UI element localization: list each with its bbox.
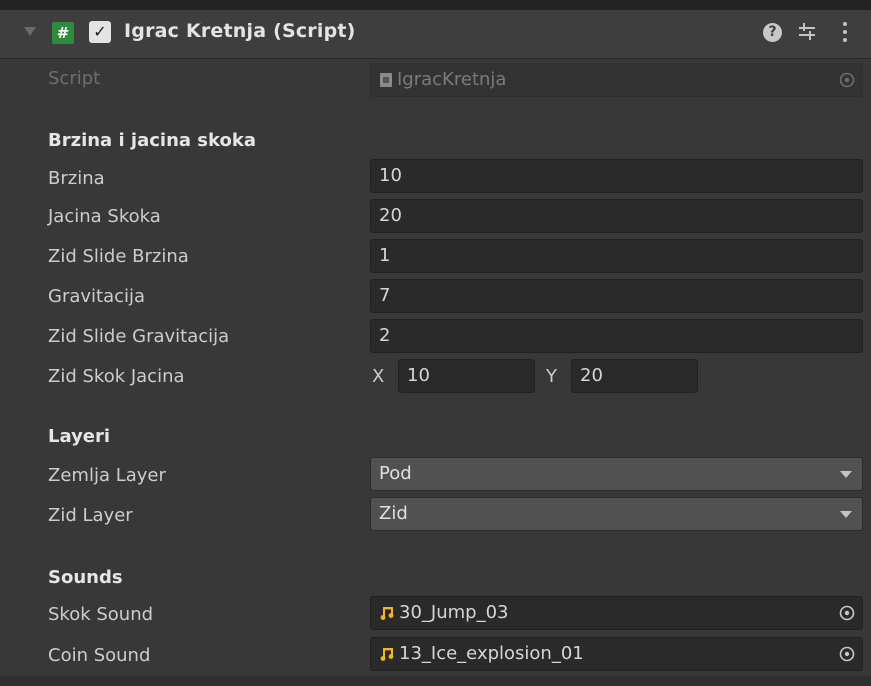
component-header[interactable]: # ✓ Igrac Kretnja (Script) ? xyxy=(0,10,871,59)
zid-slide-gravitacija-input[interactable]: 2 xyxy=(370,319,863,353)
zid-skok-jacina-label: Zid Skok Jacina xyxy=(48,366,185,387)
skok-sound-field[interactable]: 30_Jump_03 xyxy=(370,596,863,630)
section-title-movement: Brzina i jacina skoka xyxy=(48,130,256,151)
top-border xyxy=(0,0,871,10)
vector-x-label[interactable]: X xyxy=(372,366,384,387)
gravitacija-label: Gravitacija xyxy=(48,286,146,307)
foldout-arrow-icon[interactable] xyxy=(24,27,36,36)
zid-layer-label: Zid Layer xyxy=(48,505,133,526)
script-value: IgracKretnja xyxy=(397,69,507,90)
chevron-down-icon xyxy=(840,471,852,478)
help-icon[interactable]: ? xyxy=(763,23,782,42)
kebab-menu-icon[interactable] xyxy=(838,19,852,45)
presets-sliders-icon[interactable] xyxy=(797,20,817,42)
zid-skok-jacina-y-input[interactable]: 20 xyxy=(571,359,698,393)
section-title-layers: Layeri xyxy=(48,426,111,447)
zemlja-layer-value: Pod xyxy=(379,463,412,484)
script-file-icon xyxy=(380,73,392,87)
script-label: Script xyxy=(48,68,101,89)
jacina-skoka-label: Jacina Skoka xyxy=(48,206,161,227)
coin-sound-value: 13_Ice_explosion_01 xyxy=(399,643,584,664)
vector-y-label[interactable]: Y xyxy=(546,366,557,387)
object-picker-icon[interactable] xyxy=(838,604,856,622)
audio-clip-icon xyxy=(380,648,394,661)
component-title: Igrac Kretnja (Script) xyxy=(124,20,356,42)
zemlja-layer-dropdown[interactable]: Pod xyxy=(370,457,863,491)
brzina-input[interactable]: 10 xyxy=(370,159,863,193)
csharp-script-icon: # xyxy=(52,22,74,44)
coin-sound-label: Coin Sound xyxy=(48,645,151,666)
zid-layer-value: Zid xyxy=(379,503,408,524)
bottom-border xyxy=(0,676,871,686)
jacina-skoka-input[interactable]: 20 xyxy=(370,199,863,233)
skok-sound-label: Skok Sound xyxy=(48,604,154,625)
gravitacija-input[interactable]: 7 xyxy=(370,279,863,313)
skok-sound-value: 30_Jump_03 xyxy=(399,602,509,623)
object-picker-icon xyxy=(839,72,855,88)
brzina-label: Brzina xyxy=(48,168,105,189)
chevron-down-icon xyxy=(840,511,852,518)
zid-slide-brzina-label: Zid Slide Brzina xyxy=(48,246,189,267)
audio-clip-icon xyxy=(380,607,394,620)
zid-skok-jacina-x-input[interactable]: 10 xyxy=(398,359,535,393)
zid-slide-gravitacija-label: Zid Slide Gravitacija xyxy=(48,326,230,347)
script-field: IgracKretnja xyxy=(370,63,863,97)
zid-slide-brzina-input[interactable]: 1 xyxy=(370,239,863,273)
zemlja-layer-label: Zemlja Layer xyxy=(48,465,166,486)
section-title-sounds: Sounds xyxy=(48,567,123,588)
component-enabled-checkbox[interactable]: ✓ xyxy=(89,21,111,43)
zid-layer-dropdown[interactable]: Zid xyxy=(370,497,863,531)
coin-sound-field[interactable]: 13_Ice_explosion_01 xyxy=(370,637,863,671)
object-picker-icon[interactable] xyxy=(838,645,856,663)
